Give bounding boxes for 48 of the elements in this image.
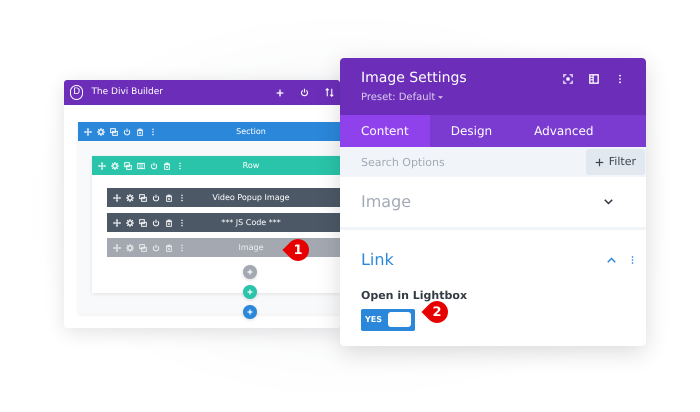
tab[interactable]: Design <box>430 115 514 147</box>
trash-icon[interactable] <box>165 218 173 226</box>
settings-icon[interactable] <box>126 194 134 202</box>
power-icon[interactable] <box>152 218 160 226</box>
preset-dropdown[interactable]: Preset: Default <box>361 90 563 105</box>
settings-icon[interactable] <box>97 128 105 136</box>
bar-label: Row <box>242 160 260 172</box>
group-title[interactable]: Link <box>361 248 607 272</box>
power-icon[interactable] <box>300 88 309 97</box>
bar-label: Image <box>238 242 264 254</box>
duplicate-icon[interactable] <box>139 194 147 202</box>
logo-icon: D <box>70 85 84 100</box>
sidebar-icon[interactable] <box>589 74 599 84</box>
bar-label: Video Popup Image <box>212 192 290 204</box>
add-button[interactable] <box>243 305 257 319</box>
section-bar[interactable]: Section <box>78 122 340 141</box>
columns-icon[interactable] <box>137 162 145 170</box>
module-bar[interactable]: Video Popup Image <box>107 188 340 207</box>
chevron-down-icon[interactable] <box>604 199 613 205</box>
trash-icon[interactable] <box>165 194 173 202</box>
caret-icon <box>438 95 444 100</box>
duplicate-icon[interactable] <box>110 128 118 136</box>
move-icon[interactable] <box>84 128 92 136</box>
add-icon[interactable] <box>276 88 284 96</box>
window-title: The Divi Builder <box>91 86 163 99</box>
tab[interactable]: Advanced <box>513 115 614 147</box>
duplicate-icon[interactable] <box>139 218 147 226</box>
panel-title: Image Settings <box>361 69 468 87</box>
tab[interactable]: Content <box>340 115 430 147</box>
power-icon[interactable] <box>123 128 131 136</box>
move-icon[interactable] <box>113 218 121 226</box>
plus-icon <box>247 269 253 275</box>
module-bar[interactable]: *** JS Code *** <box>107 213 340 232</box>
chevron-up-icon[interactable] <box>607 257 616 263</box>
power-icon[interactable] <box>152 194 160 202</box>
plus-icon <box>247 289 253 295</box>
sort-icon[interactable] <box>325 88 334 97</box>
trash-icon[interactable] <box>136 128 144 136</box>
toggle-switch[interactable]: YES <box>361 308 415 330</box>
bar-label: Section <box>236 126 266 138</box>
bar-label: *** JS Code *** <box>221 216 281 228</box>
search-field[interactable]: Search Options <box>340 147 586 177</box>
plus-icon <box>247 309 253 315</box>
settings-icon[interactable] <box>126 218 134 226</box>
plus-icon <box>594 158 604 166</box>
filter-button[interactable]: Filter <box>586 149 645 175</box>
focus-icon[interactable] <box>563 74 573 84</box>
move-icon[interactable] <box>113 194 121 202</box>
